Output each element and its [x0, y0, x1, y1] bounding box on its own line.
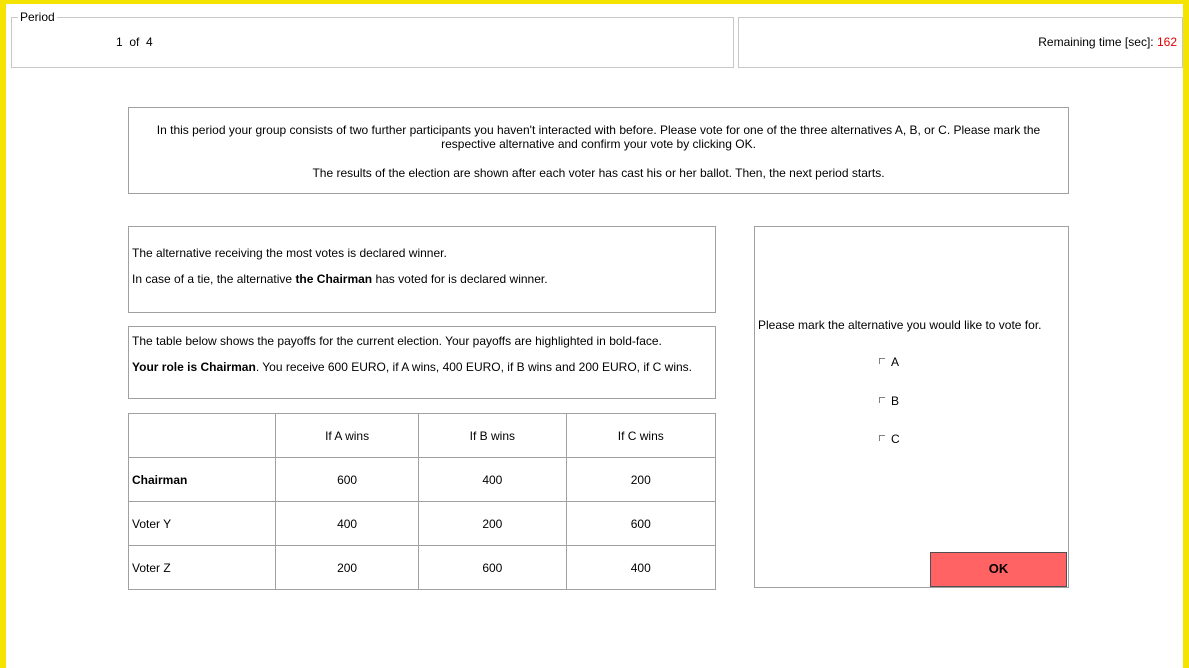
ok-button[interactable]: OK	[930, 552, 1067, 587]
table-header-cell: If B wins	[418, 413, 567, 458]
period-legend: Period	[18, 10, 57, 24]
table-cell: 400	[274, 501, 420, 546]
timer-panel: Remaining time [sec]: 162	[738, 17, 1183, 68]
table-cell: 200	[565, 457, 717, 502]
table-header-cell: If A wins	[274, 413, 420, 458]
table-cell: 400	[565, 545, 717, 590]
vote-option-label: A	[891, 355, 900, 369]
role-payoffs: . You receive 600 EURO, if A wins, 400 E…	[255, 360, 693, 374]
vote-option-label: C	[891, 432, 900, 446]
vote-option-a[interactable]: A	[879, 355, 899, 369]
checkbox-icon[interactable]	[879, 435, 885, 441]
instructions-box: In this period your group consists of tw…	[128, 107, 1069, 194]
period-counter: 1 of 4	[116, 35, 153, 49]
table-cell: 600	[274, 457, 420, 502]
instructions-paragraph-2: The results of the election are shown af…	[312, 166, 885, 180]
role-statement: Your role is Chairman	[132, 360, 256, 374]
table-cell: 200	[274, 545, 420, 590]
table-header-cell: If C wins	[565, 413, 717, 458]
table-cell: 400	[418, 457, 567, 502]
vote-option-c[interactable]: C	[879, 432, 900, 446]
table-row: Chairman 600 400 200	[128, 457, 717, 502]
rule-line-2: In case of a tie, the alternative the Ch…	[132, 272, 715, 286]
table-cell: 600	[418, 545, 567, 590]
table-header-cell	[128, 413, 276, 458]
rule-line-2-bold: the Chairman	[295, 272, 373, 286]
vote-option-label: B	[891, 394, 900, 408]
vote-panel: Please mark the alternative you would li…	[754, 226, 1069, 588]
table-cell: 200	[418, 501, 567, 546]
table-cell: 600	[565, 501, 717, 546]
remaining-time-label: Remaining time [sec]:	[1038, 35, 1154, 49]
table-header-row: If A wins If B wins If C wins	[128, 413, 717, 458]
payoff-info-line-2: Your role is Chairman. You receive 600 E…	[132, 360, 709, 374]
checkbox-icon[interactable]	[879, 397, 885, 403]
checkbox-icon[interactable]	[879, 358, 885, 364]
rule-line-1: The alternative receiving the most votes…	[132, 246, 447, 260]
instructions-paragraph-1: In this period your group consists of tw…	[156, 123, 1041, 151]
table-row-label: Voter Y	[128, 501, 276, 546]
payoff-info-line-1: The table below shows the payoffs for th…	[132, 334, 662, 348]
rule-line-2-pre: In case of a tie, the alternative	[132, 272, 296, 286]
tie-rule-box: The alternative receiving the most votes…	[128, 226, 716, 313]
table-row-label: Voter Z	[128, 545, 276, 590]
vote-prompt: Please mark the alternative you would li…	[758, 318, 1042, 332]
payoff-info-box: The table below shows the payoffs for th…	[128, 326, 716, 399]
vote-option-b[interactable]: B	[879, 394, 899, 408]
remaining-time-value: 162	[1156, 35, 1177, 49]
table-row-label: Chairman	[128, 457, 276, 502]
rule-line-2-post: has voted for is declared winner.	[372, 272, 548, 286]
table-row: Voter Y 400 200 600	[128, 501, 717, 546]
table-row: Voter Z 200 600 400	[128, 545, 717, 590]
remaining-time: Remaining time [sec]: 162	[1038, 35, 1177, 49]
payoff-table: If A wins If B wins If C wins Chairman 6…	[128, 413, 717, 590]
